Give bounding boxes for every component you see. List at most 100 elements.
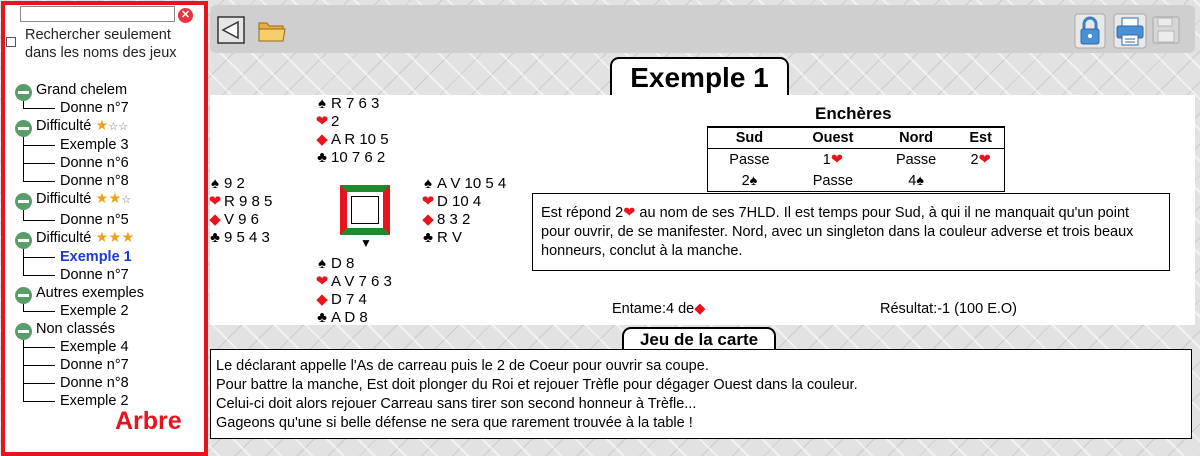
tree-item[interactable]: Donne n°7: [60, 99, 129, 117]
bid-cell: Passe: [708, 149, 791, 171]
opening-lead: Entame:4 de◆: [612, 301, 706, 317]
south-diamonds: D 7 4: [331, 291, 367, 308]
heart-icon: ❤: [978, 151, 991, 168]
tree-group-difficulte-3[interactable]: Difficulté ★★★: [36, 229, 134, 247]
bid-cell: Passe: [791, 170, 875, 192]
heart-icon: ❤: [830, 151, 844, 168]
bid-value: Passe: [729, 151, 770, 168]
star-full-icon: ★: [108, 230, 122, 246]
search-names-only-label: Rechercher seulement dans les noms des j…: [25, 27, 177, 61]
bidding-row: Passe 1❤ Passe 2❤: [708, 149, 1005, 171]
south-clubs: A D 8: [331, 309, 368, 326]
diamond-icon: ◆: [209, 211, 221, 228]
comment-box: Est répond 2❤ au nom de ses 7HLD. Il est…: [532, 193, 1170, 271]
east-spades: A V 10 5 4: [437, 175, 507, 192]
north-diamonds: A R 10 5: [331, 131, 389, 148]
toolbar: [210, 5, 1195, 53]
bid-value: 1: [822, 151, 831, 168]
tree-group-autres-exemples[interactable]: Autres exemples: [36, 284, 144, 302]
bid-cell: 4♠: [875, 170, 957, 192]
deal-title: Exemple 1: [610, 57, 789, 97]
north-hand: ♠ R 7 6 3 ❤ 2 ◆ A R 10 5 ♣ 10 7 6 2: [313, 95, 389, 167]
tree-item[interactable]: Exemple 4: [60, 338, 129, 356]
collapse-toggle-icon[interactable]: [15, 232, 32, 249]
collapse-toggle-icon[interactable]: [15, 193, 32, 210]
tree-group-difficulte-1[interactable]: Difficulté ★☆☆: [36, 117, 128, 136]
club-icon: ♣: [317, 149, 327, 166]
south-hand: ♠ D 8 ❤ A V 7 6 3 ◆ D 7 4 ♣ A D 8: [313, 255, 392, 327]
collapse-toggle-icon[interactable]: [15, 120, 32, 137]
tree-item[interactable]: Donne n°7: [60, 266, 129, 284]
tree-item[interactable]: Exemple 2: [60, 302, 129, 320]
star-full-icon: ★: [121, 230, 135, 246]
play-text-box: Le déclarant appelle l'As de carreau pui…: [210, 349, 1192, 439]
folder-icon[interactable]: [257, 19, 287, 46]
tree-item[interactable]: Donne n°8: [60, 374, 129, 392]
spade-icon: ♠: [749, 172, 758, 189]
west-hearts: R 9 8 5: [224, 193, 273, 210]
bid-cell: 2♠: [708, 170, 791, 192]
heart-icon: ❤: [623, 205, 636, 221]
star-empty-icon: ☆: [118, 121, 129, 133]
tree-panel: ✕ Rechercher seulement dans les noms des…: [1, 1, 208, 456]
spade-icon: ♠: [318, 255, 326, 272]
west-clubs: 9 5 4 3: [224, 229, 270, 246]
tree-item[interactable]: Donne n°7: [60, 356, 129, 374]
diamond-icon: ◆: [316, 131, 328, 148]
star-full-icon: ★: [108, 191, 122, 207]
tree-item[interactable]: Donne n°8: [60, 172, 129, 190]
spade-icon: ♠: [318, 95, 326, 112]
bidding-row: 2♠ Passe 4♠: [708, 170, 1005, 192]
west-spades: 9 2: [224, 175, 245, 192]
bid-value: 2: [741, 172, 750, 189]
comment-text-start: Est répond 2: [541, 205, 624, 221]
east-hearts: D 10 4: [437, 193, 482, 210]
north-spades: R 7 6 3: [331, 95, 380, 112]
club-icon: ♣: [210, 229, 220, 246]
play-line: Pour battre la manche, Est doit plonger …: [216, 377, 858, 393]
club-icon: ♣: [423, 229, 433, 246]
north-clubs: 10 7 6 2: [331, 149, 386, 166]
bidding-header: Nord: [874, 127, 958, 149]
bidding-header: Sud: [707, 127, 791, 149]
collapse-toggle-icon[interactable]: [15, 323, 32, 340]
tree-item-active[interactable]: Exemple 1: [60, 248, 132, 266]
play-line: Le déclarant appelle l'As de carreau pui…: [216, 358, 709, 374]
bidding-header: Ouest: [790, 127, 875, 149]
spade-icon: ♠: [424, 175, 432, 192]
lock-icon[interactable]: [1074, 13, 1106, 52]
bid-cell: 1❤: [791, 149, 875, 171]
tree-group-non-classes[interactable]: Non classés: [36, 320, 115, 338]
spade-icon: ♠: [916, 172, 924, 189]
search-names-only-checkbox[interactable]: [6, 37, 16, 47]
bid-value: Passe: [812, 172, 854, 189]
bidding-title: Enchères: [815, 104, 892, 123]
south-hearts: A V 7 6 3: [331, 273, 392, 290]
east-diamonds: 8 3 2: [437, 211, 471, 228]
diamond-icon: ◆: [694, 301, 706, 317]
star-empty-icon: ☆: [121, 194, 132, 206]
west-hand: ♠ 9 2 ❤ R 9 8 5 ◆ V 9 6 ♣ 9 5 4 3: [206, 175, 273, 247]
dealer-arrow-icon: ▼: [360, 236, 372, 250]
star-full-icon: ★: [95, 118, 109, 134]
diamond-icon: ◆: [422, 211, 434, 228]
save-icon[interactable]: [1151, 15, 1181, 48]
collapse-toggle-icon[interactable]: [15, 84, 32, 101]
tree-item[interactable]: Exemple 3: [60, 136, 129, 154]
star-empty-icon: ☆: [108, 121, 119, 133]
tree-group-difficulte-2[interactable]: Difficulté ★★☆: [36, 190, 131, 209]
tree-item[interactable]: Donne n°5: [60, 211, 129, 229]
collapse-toggle-icon[interactable]: [15, 287, 32, 304]
play-line: Celui-ci doit alors rejouer Carreau sans…: [216, 396, 697, 412]
star-full-icon: ★: [95, 191, 109, 207]
heart-icon: ❤: [315, 113, 329, 130]
clear-search-button[interactable]: ✕: [178, 8, 193, 23]
east-hand: ♠ A V 10 5 4 ❤ D 10 4 ◆ 8 3 2 ♣ R V: [419, 175, 507, 247]
tree-item[interactable]: Donne n°6: [60, 154, 129, 172]
star-full-icon: ★: [95, 230, 109, 246]
tree-label: Arbre: [115, 407, 182, 435]
search-input[interactable]: [20, 6, 175, 22]
back-triangle-icon[interactable]: [217, 16, 245, 47]
tree-group-grand-chelem[interactable]: Grand chelem: [36, 81, 127, 99]
printer-icon[interactable]: [1113, 13, 1147, 52]
